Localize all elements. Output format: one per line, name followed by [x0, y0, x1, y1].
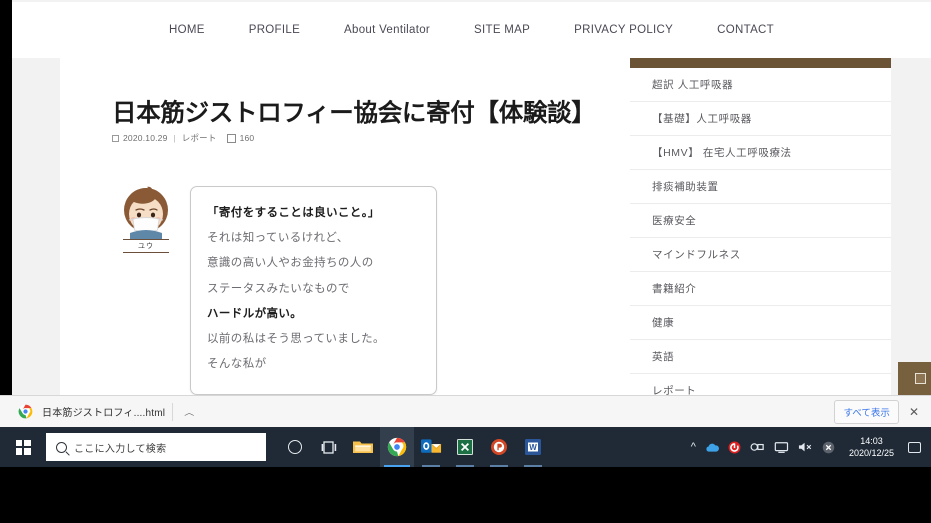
powerpoint-taskbar-button[interactable]: [482, 427, 516, 467]
article-content-column: 日本筋ジストロフィー協会に寄付【体験談】 2020.10.29 | レポート 1…: [60, 58, 617, 395]
site-header: HOME PROFILE About Ventilator SITE MAP P…: [12, 2, 931, 58]
post-count: 160: [239, 133, 255, 143]
meta-separator: |: [173, 133, 176, 143]
task-view-button[interactable]: [312, 427, 346, 467]
bubble-line: 「寄付をすることは良いこと。」: [207, 207, 380, 219]
bubble-line: 以前の私はそう思っていました。: [207, 333, 385, 346]
volume-muted-icon[interactable]: [798, 441, 813, 453]
taskbar-clock[interactable]: 14:03 2020/12/25: [844, 435, 899, 459]
nav-item-home[interactable]: HOME: [147, 24, 227, 36]
security-icon[interactable]: [728, 441, 741, 454]
post-category[interactable]: レポート: [182, 132, 217, 144]
bubble-line: それは知っているけれど、: [207, 232, 349, 245]
cortana-button[interactable]: [278, 427, 312, 467]
sidebar: 超訳 人工呼吸器 【基礎】人工呼吸器 【HMV】 在宅人工呼吸療法 排痰補助装置…: [617, 58, 891, 395]
sidebar-item-kiso-ventilator[interactable]: 【基礎】人工呼吸器: [630, 102, 891, 136]
speech-bubble: 「寄付をすることは良いこと。」 それは知っているけれど、 意識の高い人やお金持ち…: [190, 186, 437, 395]
sidebar-category-list: 超訳 人工呼吸器 【基礎】人工呼吸器 【HMV】 在宅人工呼吸療法 排痰補助装置…: [630, 68, 891, 395]
sidebar-item-medical-safety[interactable]: 医療安全: [630, 204, 891, 238]
taskbar-icons: W: [278, 427, 550, 467]
file-explorer-button[interactable]: [346, 427, 380, 467]
comment-icon: [226, 133, 236, 143]
show-all-downloads-button[interactable]: すべて表示: [834, 400, 899, 424]
download-file-name: 日本筋ジストロフィ....html: [42, 408, 166, 419]
word-icon: W: [525, 439, 541, 455]
action-needed-icon[interactable]: [822, 441, 835, 454]
page-top-button[interactable]: [898, 362, 931, 395]
sidebar-item-cough-assist[interactable]: 排痰補助装置: [630, 170, 891, 204]
left-black-gutter: [0, 0, 12, 395]
onedrive-icon[interactable]: [705, 442, 719, 453]
webcam-icon[interactable]: [750, 441, 765, 453]
sidebar-item-english[interactable]: 英語: [630, 340, 891, 374]
sidebar-item-book-intro[interactable]: 書籍紹介: [630, 272, 891, 306]
main-navigation: HOME PROFILE About Ventilator SITE MAP P…: [12, 2, 931, 58]
sidebar-item-hmv[interactable]: 【HMV】 在宅人工呼吸療法: [630, 136, 891, 170]
nav-item-contact[interactable]: CONTACT: [695, 24, 796, 36]
download-bar-actions: すべて表示 ✕: [834, 396, 923, 428]
chrome-icon: [387, 437, 407, 457]
download-bar: 日本筋ジストロフィ....html ︿ すべて表示 ✕: [0, 395, 931, 427]
system-tray: ^ 14:03 2020/12/25: [691, 427, 931, 467]
search-input[interactable]: ここに入力して検索: [46, 433, 266, 461]
bubble-line: 意識の高い人やお金持ちの人の: [207, 257, 374, 270]
nav-item-profile[interactable]: PROFILE: [227, 24, 322, 36]
cortana-icon: [288, 440, 302, 454]
post-date: 2020.10.29: [123, 133, 168, 143]
sidebar-item-mindfulness[interactable]: マインドフルネス: [630, 238, 891, 272]
avatar: ユウ: [117, 183, 179, 255]
network-icon[interactable]: [774, 441, 789, 454]
nav-item-privacy-policy[interactable]: PRIVACY POLICY: [552, 24, 695, 36]
page-title: 日本筋ジストロフィー協会に寄付【体験談】: [112, 98, 596, 127]
browser-page: HOME PROFILE About Ventilator SITE MAP P…: [12, 0, 931, 395]
calendar-icon: [112, 134, 119, 142]
bottom-black-area: [0, 467, 931, 523]
download-item[interactable]: 日本筋ジストロフィ....html ︿: [18, 404, 194, 419]
sidebar-header-bar: [630, 58, 891, 68]
excel-icon: [457, 439, 473, 455]
sidebar-item-report[interactable]: レポート: [630, 374, 891, 395]
bubble-line: そんな私が: [207, 358, 267, 371]
search-icon: [56, 441, 67, 453]
search-placeholder: ここに入力して検索: [74, 443, 167, 455]
sidebar-item-chouyaku-ventilator[interactable]: 超訳 人工呼吸器: [630, 68, 891, 102]
outlook-icon: [420, 439, 441, 453]
task-view-icon: [321, 440, 336, 454]
chevron-up-icon[interactable]: ^: [691, 441, 696, 453]
nav-item-about-ventilator[interactable]: About Ventilator: [322, 24, 452, 36]
close-icon[interactable]: ✕: [909, 405, 923, 419]
post-meta: 2020.10.29 | レポート 160: [112, 132, 254, 144]
clock-date: 2020/12/25: [848, 448, 894, 458]
excel-taskbar-button[interactable]: [448, 427, 482, 467]
screen: HOME PROFILE About Ventilator SITE MAP P…: [0, 0, 931, 523]
clock-time: 14:03: [860, 436, 883, 446]
download-bar-divider: [172, 403, 173, 421]
page-top-icon: [915, 373, 926, 384]
svg-text:W: W: [529, 443, 537, 452]
chrome-taskbar-button[interactable]: [380, 427, 414, 467]
avatar-name-label: ユウ: [123, 239, 169, 253]
outlook-taskbar-button[interactable]: [414, 427, 448, 467]
bubble-line: ハードルが高い。: [207, 307, 303, 320]
powerpoint-icon: [491, 439, 507, 455]
windows-logo-icon: [15, 439, 31, 455]
start-button[interactable]: [0, 427, 46, 467]
notification-center-icon[interactable]: [908, 441, 921, 453]
sidebar-item-health[interactable]: 健康: [630, 306, 891, 340]
chevron-up-icon[interactable]: ︿: [184, 406, 194, 417]
bubble-line: ステータスみたいなもので: [207, 282, 350, 295]
folder-icon: [353, 441, 373, 453]
word-taskbar-button[interactable]: W: [516, 427, 550, 467]
chrome-icon: [18, 404, 33, 419]
nav-item-site-map[interactable]: SITE MAP: [452, 24, 552, 36]
avatar-character-icon: [124, 186, 168, 239]
